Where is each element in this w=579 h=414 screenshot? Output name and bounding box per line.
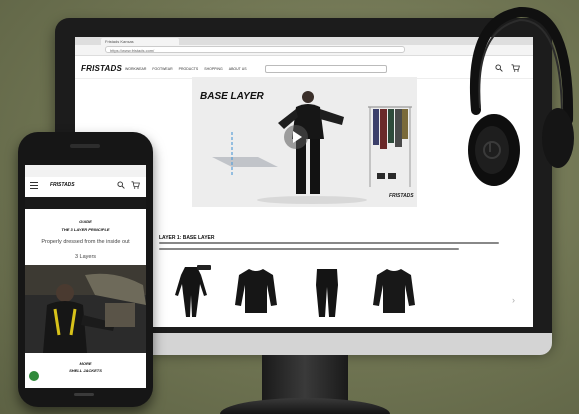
nav-item-footwear[interactable]: FOOTWEAR [152, 67, 172, 71]
nav-item-products[interactable]: PRODUCTS [179, 67, 199, 71]
play-button[interactable] [284, 125, 308, 149]
search-icon[interactable] [117, 181, 125, 189]
product-carousel [167, 265, 507, 325]
product-base-layer-top-image [373, 269, 415, 313]
product-card[interactable] [307, 265, 347, 320]
new-badge [197, 265, 211, 270]
worker-photo [25, 265, 146, 353]
phone-speaker [70, 144, 100, 148]
headphones-image [468, 6, 574, 186]
cart-icon[interactable] [131, 181, 140, 189]
phone-guide-label: GUIDE [79, 219, 92, 224]
hero-brand-mark: FRISTADS [389, 193, 414, 199]
phone-site-logo[interactable]: FRISTADS [50, 182, 75, 188]
phone-promo-bar [25, 197, 146, 209]
phone-status-bar [25, 165, 146, 177]
chevron-right-icon[interactable]: › [512, 295, 515, 305]
site-search-input[interactable] [265, 65, 387, 73]
hero-title: BASE LAYER [200, 91, 264, 102]
phone-layer-label: 3 Layers [74, 254, 97, 260]
phone-screen: FRISTADS GUIDE THE 3 LAYER PRINCIPLE Pro… [25, 165, 146, 388]
phone-hero-photo[interactable] [25, 265, 146, 353]
nav-item-workwear[interactable]: WORKWEAR [125, 67, 146, 71]
chat-badge[interactable] [29, 371, 39, 381]
phone-shell-jackets-link[interactable]: SHELL JACKETS [25, 368, 146, 373]
product-base-layer-pants-image [316, 269, 338, 317]
phone-tagline: Properly dressed from the inside out [41, 239, 130, 245]
monitor-stand-base [220, 398, 390, 414]
phone-home-indicator[interactable] [74, 392, 94, 397]
product-card[interactable] [233, 265, 277, 320]
site-logo[interactable]: FRISTADS [81, 64, 122, 73]
menu-icon[interactable] [30, 182, 38, 189]
nav-item-about[interactable]: ABOUT US [229, 67, 247, 71]
product-card[interactable] [171, 265, 211, 320]
monitor-stand-neck [262, 355, 348, 401]
product-base-layer-top-image [235, 269, 277, 313]
phone-more-label: MORE [79, 361, 92, 366]
phone-principle-title: THE 3 LAYER PRINCIPLE [61, 227, 110, 232]
play-icon [293, 131, 302, 143]
nav-item-shopping[interactable]: SHOPPING [204, 67, 222, 71]
browser-tab[interactable]: Fristads Kansas [101, 38, 179, 45]
product-base-layer-suit-image [175, 267, 207, 317]
product-card[interactable] [371, 265, 415, 320]
url-field[interactable]: https://www.fristads.com/ [105, 46, 405, 53]
site-nav: WORKWEAR FOOTWEAR PRODUCTS SHOPPING ABOU… [125, 67, 247, 71]
section-description [159, 241, 509, 253]
